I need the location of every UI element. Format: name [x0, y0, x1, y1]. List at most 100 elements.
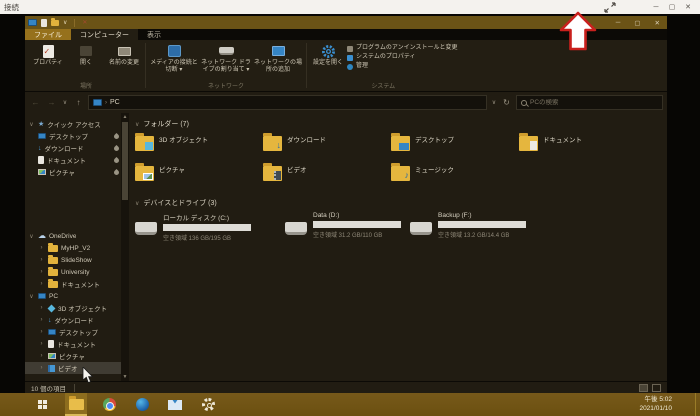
explorer-close-button[interactable]: ✕	[655, 19, 660, 27]
sidebar-item-3d-objects[interactable]: › 3D オブジェクト	[25, 302, 129, 314]
properties-button[interactable]: プロパティ	[29, 43, 67, 67]
sidebar-item-pc-downloads[interactable]: › ↓ ダウンロード	[25, 314, 129, 326]
open-icon	[80, 46, 92, 56]
sidebar-item-onedrive-documents[interactable]: › ドキュメント	[25, 278, 129, 290]
drive-f[interactable]: Backup (F:) 空き領域 13.2 GB/14.4 GB	[410, 212, 580, 242]
explorer-maximize-button[interactable]: ▢	[634, 19, 640, 27]
access-media-button[interactable]: メディアの接続と切断 ▾	[148, 43, 200, 74]
chevron-right-icon[interactable]: ›	[38, 341, 45, 347]
drives-section-header[interactable]: ∨ デバイスとドライブ (3)	[135, 197, 667, 209]
sidebar-item-pc-pictures[interactable]: › ピクチャ	[25, 350, 129, 362]
address-box[interactable]: › PC	[88, 95, 487, 110]
desktop-icon	[48, 329, 56, 335]
back-button[interactable]: ←	[29, 98, 42, 107]
chevron-right-icon[interactable]: ›	[38, 365, 45, 371]
sidebar-item-documents[interactable]: ドキュメント	[25, 154, 129, 166]
chevron-down-icon[interactable]: ∨	[28, 293, 35, 300]
chevron-right-icon[interactable]: ›	[38, 269, 45, 275]
add-network-location-button[interactable]: ネットワークの場所の追加	[252, 43, 304, 74]
chevron-right-icon[interactable]: ›	[38, 281, 45, 287]
map-network-drive-button[interactable]: ネットワーク ドライブの割り当て ▾	[200, 43, 252, 74]
scrollbar-thumb[interactable]	[122, 122, 128, 200]
refresh-icon[interactable]: ↻	[500, 98, 513, 107]
qat-properties-icon[interactable]	[41, 18, 47, 27]
open-settings-button[interactable]: 設定を開く	[309, 43, 347, 67]
tab-computer[interactable]: コンピューター	[71, 29, 138, 40]
address-actions: ∨ ↻	[490, 98, 513, 107]
folder-pictures[interactable]: ピクチャ	[135, 162, 263, 192]
scroll-down-icon[interactable]: ▼	[121, 373, 129, 381]
host-window-title: 接続	[4, 2, 19, 12]
chevron-right-icon[interactable]: ›	[38, 353, 45, 359]
show-desktop-button[interactable]	[695, 393, 696, 416]
qat-new-folder-icon[interactable]	[51, 17, 59, 26]
files-pane: ∨ フォルダー (7) 3D オブジェクト ↓ ダウンロード デスクトップ ドキ…	[129, 113, 667, 381]
search-box[interactable]	[516, 95, 663, 110]
drive-d[interactable]: Data (D:) 空き領域 31.2 GB/110 GB	[285, 212, 410, 242]
taskbar-settings-button[interactable]	[197, 393, 219, 416]
details-view-icon[interactable]	[639, 383, 648, 392]
folder-desktop[interactable]: デスクトップ	[391, 132, 519, 162]
address-bar: ← → ∨ ↑ › PC ∨ ↻	[25, 92, 667, 113]
capacity-bar	[163, 224, 251, 231]
host-close-button[interactable]: ✕	[680, 3, 696, 11]
folder-music[interactable]: ♪ ミュージック	[391, 162, 519, 192]
breadcrumb[interactable]: PC	[110, 99, 120, 106]
search-input[interactable]	[530, 99, 658, 106]
drive-c[interactable]: ローカル ディスク (C:) 空き領域 136 GB/195 GB	[135, 212, 285, 242]
sidebar-item-downloads[interactable]: ↓ ダウンロード	[25, 142, 129, 154]
chevron-down-icon[interactable]: ∨	[28, 121, 35, 128]
open-button[interactable]: 開く	[67, 43, 105, 67]
chevron-right-icon[interactable]: ›	[38, 305, 45, 311]
forward-button[interactable]: →	[45, 98, 58, 107]
folder-videos[interactable]: ビデオ	[263, 162, 391, 192]
settings-gear-icon	[321, 44, 335, 58]
address-dropdown-icon[interactable]: ∨	[490, 99, 498, 106]
taskbar-file-explorer-button[interactable]	[65, 393, 87, 416]
taskbar-mail-button[interactable]	[164, 393, 186, 416]
taskbar-edge-button[interactable]	[131, 393, 153, 416]
chevron-down-icon[interactable]: ∨	[135, 121, 139, 128]
sidebar-section-pc[interactable]: ∨ PC	[25, 290, 129, 302]
rename-button[interactable]: 名前の変更	[105, 43, 143, 67]
sidebar-item-university[interactable]: › University	[25, 266, 129, 278]
qat-customize-dropdown-icon[interactable]: ∨	[63, 19, 67, 26]
sidebar-item-pc-documents[interactable]: › ドキュメント	[25, 338, 129, 350]
tab-file[interactable]: ファイル	[25, 29, 71, 40]
chevron-right-icon[interactable]: ›	[38, 329, 45, 335]
sidebar-item-pictures[interactable]: ピクチャ	[25, 166, 129, 178]
chevron-right-icon[interactable]: ›	[38, 257, 45, 263]
folder-downloads[interactable]: ↓ ダウンロード	[263, 132, 391, 162]
group-label-system: システム	[371, 84, 396, 90]
chevron-down-icon[interactable]: ∨	[28, 233, 35, 240]
sidebar-section-quick-access[interactable]: ∨ ★ クイック アクセス	[25, 118, 129, 130]
folder-3d-objects[interactable]: 3D オブジェクト	[135, 132, 263, 162]
recent-locations-dropdown[interactable]: ∨	[61, 99, 69, 106]
system-properties-button[interactable]: システムのプロパティ	[347, 54, 457, 61]
sidebar-item-myhp[interactable]: › MyHP_V2	[25, 242, 129, 254]
taskbar-chrome-button[interactable]	[98, 393, 120, 416]
fullscreen-icon[interactable]	[604, 1, 616, 13]
folders-section-header[interactable]: ∨ フォルダー (7)	[135, 118, 667, 130]
scroll-up-icon[interactable]: ▲	[121, 113, 129, 121]
up-button[interactable]: ↑	[72, 98, 85, 107]
chevron-right-icon[interactable]: ›	[38, 245, 45, 251]
manage-button[interactable]: 管理	[347, 63, 457, 70]
folder-documents[interactable]: ドキュメント	[519, 132, 647, 162]
sidebar-item-pc-desktop[interactable]: › デスクトップ	[25, 326, 129, 338]
sidebar-item-pc-videos[interactable]: › ビデオ	[25, 362, 129, 374]
chevron-down-icon[interactable]: ∨	[135, 200, 139, 207]
sidebar-section-onedrive[interactable]: ∨ ☁ OneDrive	[25, 230, 129, 242]
sidebar-item-slideshow[interactable]: › SlideShow	[25, 254, 129, 266]
sidebar-scrollbar[interactable]: ▲ ▼	[121, 113, 129, 381]
explorer-minimize-button[interactable]: ─	[616, 19, 621, 27]
tab-view[interactable]: 表示	[138, 29, 170, 40]
sidebar-item-desktop[interactable]: デスクトップ	[25, 130, 129, 142]
chevron-right-icon[interactable]: ›	[38, 317, 45, 323]
thumbnail-view-icon[interactable]	[652, 383, 661, 392]
taskbar-clock[interactable]: 午後 5:02 2021/01/10	[639, 395, 672, 413]
uninstall-program-button[interactable]: プログラムのアンインストールと変更	[347, 45, 457, 52]
host-maximize-button[interactable]: ▢	[664, 3, 680, 11]
start-button[interactable]	[32, 393, 54, 416]
host-minimize-button[interactable]: ─	[648, 4, 664, 11]
